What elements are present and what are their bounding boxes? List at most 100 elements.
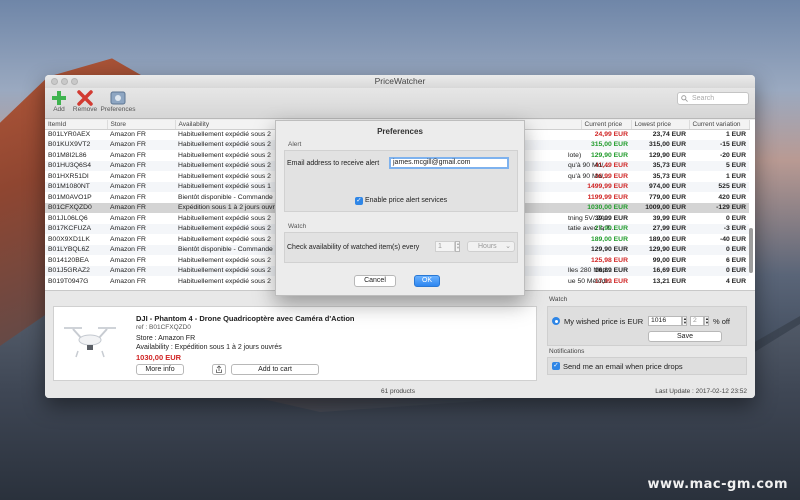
column-header-store[interactable]: Store	[107, 120, 176, 130]
percent-off-stepper[interactable]: ▲ ▼	[704, 316, 709, 326]
cell-store: Amazon FR	[107, 265, 175, 276]
title-bar: PriceWatcher	[45, 75, 755, 88]
add-button[interactable]: Add	[50, 90, 68, 113]
product-name-fragment: tning 5V/ 2A...	[568, 214, 611, 222]
cell-itemid: B014120BEA	[48, 256, 89, 264]
table-scrollbar[interactable]	[749, 228, 753, 273]
cell-variation: 1 EUR	[725, 172, 746, 180]
email-notify-checkbox[interactable]: ✓	[552, 362, 560, 370]
cell-store: Amazon FR	[107, 160, 175, 171]
watermark-text: www.mac-gm.com	[647, 477, 788, 492]
column-header-lowest-price[interactable]: Lowest price	[631, 120, 690, 130]
close-window-button[interactable]	[51, 78, 58, 85]
cell-lowest-price: 99,00 EUR	[652, 256, 686, 264]
toolbar: Add Remove Preferences Search	[45, 88, 755, 119]
product-title: DJI - Phantom 4 - Drone Quadricoptère av…	[136, 314, 355, 323]
cell-store: Amazon FR	[110, 235, 146, 243]
interval-stepper[interactable]: ▲ ▼	[455, 241, 460, 252]
product-name-fragment: tatie avec la T...	[568, 225, 616, 233]
save-button[interactable]: Save	[648, 331, 722, 342]
watch-interval-section-label: Watch	[288, 223, 307, 230]
wished-price-stepper[interactable]: ▲ ▼	[682, 316, 687, 326]
percent-off-input[interactable]: 2	[690, 316, 704, 326]
window-title: PriceWatcher	[374, 76, 426, 86]
zoom-window-button[interactable]	[71, 78, 78, 85]
add-to-cart-button[interactable]: Add to cart	[231, 364, 319, 375]
minimize-window-button[interactable]	[61, 78, 68, 85]
availability-text: Expédition sous 1 à 2 jours ouvr	[178, 204, 275, 212]
watch-section-label: Watch	[549, 296, 568, 303]
product-ref: ref : B01CFXQZD0	[136, 324, 191, 331]
cell-itemid: B01M1080NT	[45, 181, 107, 192]
drone-image	[64, 327, 116, 358]
email-notify-label: Send me an email when price drops	[563, 362, 683, 371]
preferences-dialog: Preferences Alert Email address to recei…	[275, 120, 525, 296]
product-name-fragment: lote)	[568, 151, 582, 159]
watch-panel: My wished price is EUR 1016 ▲ ▼ 2 ▲ ▼ % of…	[547, 306, 747, 346]
last-update: Last Update : 2017-02-12 23:52	[655, 388, 747, 395]
chevron-down-icon: ⌄	[505, 243, 511, 250]
detail-panel: DJI - Phantom 4 - Drone Quadricoptère av…	[45, 290, 755, 398]
interval-input[interactable]: 1	[435, 241, 455, 252]
cell-lowest-price: 35,73 EUR	[652, 172, 686, 180]
cell-store: Amazon FR	[110, 131, 146, 138]
product-store: Store : Amazon FR	[136, 335, 196, 342]
cell-itemid: B01HXR51DI	[48, 172, 89, 180]
column-header-current-price[interactable]: Current price	[581, 120, 632, 130]
availability-text: Habituellement expédié sous 2	[178, 172, 271, 180]
cell-itemid: B017KCFUZA	[45, 223, 107, 234]
cell-itemid: B01M8I2L86	[48, 151, 87, 159]
cell-lowest-price: 189,00 EUR	[648, 235, 686, 243]
product-price: 1030,00 EUR	[136, 353, 182, 362]
cell-itemid: B01M0AVO1P	[48, 193, 92, 201]
cell-store: Amazon FR	[107, 202, 175, 213]
product-availability: Availability : Expédition sous 1 à 2 jou…	[136, 344, 282, 351]
cell-itemid: B01LYR0AEX	[48, 131, 91, 138]
cancel-button[interactable]: Cancel	[354, 275, 396, 287]
cell-store: Amazon FR	[110, 193, 146, 201]
notifications-panel: ✓ Send me an email when price drops	[547, 357, 747, 375]
alert-section: Email address to receive alert james.mcg…	[284, 150, 518, 212]
availability-text: Bientôt disponible - Commande	[178, 246, 273, 254]
cell-variation: -40 EUR	[719, 235, 746, 243]
interval-unit-select[interactable]: Hours ⌄	[467, 241, 515, 252]
cell-store: Amazon FR	[107, 223, 175, 234]
cell-store: Amazon FR	[107, 181, 175, 192]
preferences-title: Preferences	[377, 127, 423, 136]
column-header-current-variation[interactable]: Current variation	[689, 120, 750, 130]
column-header-itemid[interactable]: ItemId	[45, 120, 108, 130]
availability-text: Habituellement expédié sous 2	[178, 256, 271, 264]
availability-text: Habituellement expédié sous 2	[178, 235, 271, 243]
search-icon	[681, 95, 688, 102]
preferences-button[interactable]: Preferences	[100, 90, 136, 113]
cell-store: Amazon FR	[110, 256, 146, 264]
cell-itemid: B01LYBQL6Z	[45, 244, 107, 255]
cell-lowest-price: 13,21 EUR	[652, 277, 686, 285]
cell-variation: 525 EUR	[689, 181, 749, 192]
cell-current-price: 129,90 EUR	[581, 244, 631, 255]
availability-text: Habituellement expédié sous 2	[178, 141, 271, 149]
alert-section-label: Alert	[288, 141, 302, 148]
cell-variation: 5 EUR	[689, 160, 749, 171]
remove-button[interactable]: Remove	[72, 90, 98, 113]
enable-alert-checkbox[interactable]: ✓	[355, 197, 363, 205]
ok-button[interactable]: OK	[414, 275, 440, 287]
more-info-button[interactable]: More info	[136, 364, 184, 375]
status-bar: 61 products Last Update : 2017-02-12 23:…	[45, 387, 755, 398]
cell-store: Amazon FR	[110, 151, 146, 159]
share-icon[interactable]	[212, 364, 226, 375]
availability-text: Habituellement expédié sous 2	[178, 162, 271, 170]
cell-itemid: B01KUX9VT2	[45, 139, 107, 150]
wished-price-radio[interactable]	[552, 317, 560, 325]
wished-price-input[interactable]: 1016	[648, 316, 682, 326]
cell-itemid: B00X9XD1LK	[48, 235, 90, 243]
watch-interval-section: Check availability of watched item(s) ev…	[284, 232, 518, 263]
cell-lowest-price: 129,90 EUR	[648, 151, 686, 159]
cell-current-price: 1499,99 EUR	[581, 181, 631, 192]
cell-itemid: B01CFXQZD0	[45, 202, 107, 213]
email-input[interactable]: james.mcgill@gmail.com	[389, 157, 509, 169]
availability-text: Bientôt disponible - Commande	[178, 193, 273, 201]
cell-variation: -15 EUR	[689, 139, 749, 150]
search-input[interactable]: Search	[677, 92, 749, 105]
cell-current-price: 1199,99 EUR	[587, 193, 628, 201]
